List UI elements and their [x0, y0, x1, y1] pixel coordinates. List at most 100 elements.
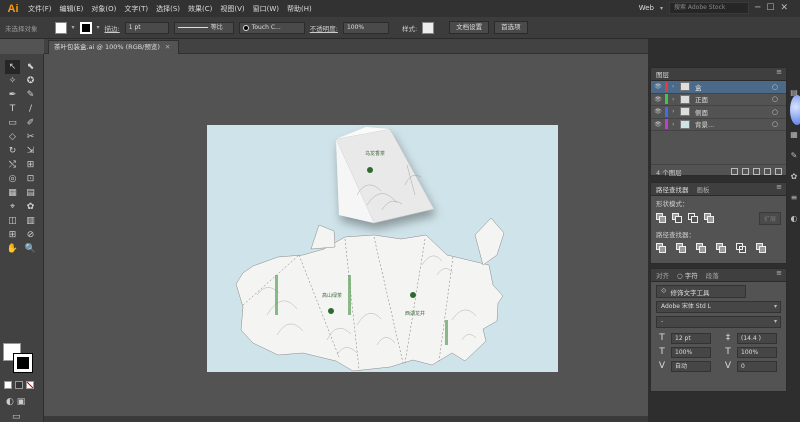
- menu-type[interactable]: 文字(T): [124, 4, 148, 14]
- rectangle-tool-icon[interactable]: ▭: [5, 116, 20, 130]
- stroke-profile-select[interactable]: 等比: [173, 21, 234, 34]
- slice-tool-icon[interactable]: ⊘: [23, 228, 38, 242]
- new-layer-icon[interactable]: [764, 168, 771, 175]
- document-tab[interactable]: 茶叶包装盒.ai @ 100% (RGB/预览) ✕: [48, 40, 180, 54]
- eyedropper-tool-icon[interactable]: ⌖: [5, 200, 20, 214]
- symbols-icon[interactable]: ✿: [791, 172, 798, 181]
- artboards-tab[interactable]: 画板: [697, 184, 710, 194]
- expand-arrow-icon[interactable]: ›: [672, 83, 680, 90]
- layer-row[interactable]: 👁 › 盒 ○: [651, 81, 786, 94]
- menu-window[interactable]: 窗口(W): [253, 4, 279, 14]
- window-controls[interactable]: ─☐✕: [755, 3, 794, 13]
- layer-name[interactable]: 侧面: [695, 107, 708, 117]
- stroke-swatch[interactable]: [79, 21, 92, 34]
- layer-name[interactable]: 背景...: [695, 119, 714, 129]
- visibility-eye-icon[interactable]: 👁: [651, 96, 665, 103]
- scale-tool-icon[interactable]: ⇲: [23, 144, 38, 158]
- character-tab[interactable]: ○ 字符: [677, 270, 698, 280]
- packaging-artwork[interactable]: 乌龙香茶 高山绿茶 西湖龙井: [207, 125, 558, 372]
- gradient-tool-icon[interactable]: ▤: [23, 186, 38, 200]
- type-tool-icon[interactable]: T: [5, 102, 20, 116]
- width-tool-icon[interactable]: ⤭: [5, 158, 20, 172]
- divide-icon[interactable]: [656, 243, 667, 254]
- layer-name[interactable]: 盒: [695, 82, 702, 92]
- tracking-field[interactable]: 0: [737, 360, 777, 372]
- stock-search-input[interactable]: 搜索 Adobe Stock: [668, 2, 749, 14]
- stroke-weight-field[interactable]: 1 pt: [124, 21, 169, 34]
- expand-arrow-icon[interactable]: ›: [672, 96, 680, 103]
- brush-select[interactable]: Touch C...: [238, 21, 305, 34]
- selection-tool-icon[interactable]: ↖: [5, 60, 20, 74]
- artboard-tool-icon[interactable]: ⊞: [5, 228, 20, 242]
- shape-builder-tool-icon[interactable]: ◎: [5, 172, 20, 186]
- screen-mode-icon[interactable]: ▭: [12, 412, 21, 422]
- layers-tab[interactable]: 图层: [656, 69, 669, 79]
- mesh-tool-icon[interactable]: ▦: [5, 186, 20, 200]
- perspective-grid-tool-icon[interactable]: ⊡: [23, 172, 38, 186]
- paragraph-tab[interactable]: 段落: [706, 270, 719, 280]
- fill-swatch[interactable]: [54, 21, 67, 34]
- preferences-button[interactable]: 首选项: [494, 21, 528, 34]
- paintbrush-tool-icon[interactable]: ✐: [23, 116, 38, 130]
- zoom-tool-icon[interactable]: 🔍: [23, 242, 38, 256]
- menu-object[interactable]: 对象(O): [91, 4, 116, 14]
- stroke-color-swatch[interactable]: [13, 353, 33, 373]
- layer-name[interactable]: 正面: [695, 94, 708, 104]
- free-transform-tool-icon[interactable]: ⊞: [23, 158, 38, 172]
- symbol-sprayer-tool-icon[interactable]: ◫: [5, 214, 20, 228]
- stroke-label[interactable]: 描边:: [105, 23, 120, 33]
- outline-icon[interactable]: [736, 243, 747, 254]
- menu-help[interactable]: 帮助(H): [287, 4, 312, 14]
- expand-arrow-icon[interactable]: ›: [672, 121, 680, 128]
- stroke-chevron-icon[interactable]: ▾: [97, 24, 100, 31]
- pathfinder-tab[interactable]: 路径查找器: [656, 184, 689, 194]
- expand-arrow-icon[interactable]: ›: [672, 108, 680, 115]
- stroke-icon[interactable]: ≡: [791, 193, 798, 202]
- unite-icon[interactable]: [656, 213, 667, 224]
- menu-edit[interactable]: 编辑(E): [60, 4, 84, 14]
- crop-icon[interactable]: [716, 243, 727, 254]
- visibility-eye-icon[interactable]: 👁: [651, 121, 665, 128]
- delete-layer-icon[interactable]: [775, 168, 782, 175]
- panel-menu-icon[interactable]: ≡: [776, 68, 782, 76]
- font-family-select[interactable]: Adobe 宋体 Std L ▾: [656, 301, 781, 313]
- menu-select[interactable]: 选择(S): [156, 4, 180, 14]
- font-style-select[interactable]: - ▾: [656, 316, 781, 328]
- curvature-tool-icon[interactable]: ✎: [23, 88, 38, 102]
- expand-button[interactable]: 扩展: [758, 212, 781, 225]
- pen-tool-icon[interactable]: ✒: [5, 88, 20, 102]
- opacity-label[interactable]: 不透明度:: [310, 23, 338, 33]
- opacity-field[interactable]: 100%: [342, 21, 389, 34]
- layer-row[interactable]: 👁 › 背景... ○: [651, 119, 786, 131]
- workspace-chevron-icon[interactable]: ▾: [660, 5, 663, 12]
- menu-view[interactable]: 视图(V): [220, 4, 244, 14]
- swatches-icon[interactable]: ▦: [790, 130, 798, 139]
- fill-chevron-icon[interactable]: ▾: [72, 24, 75, 31]
- hand-tool-icon[interactable]: ✋: [5, 242, 20, 256]
- target-circle-icon[interactable]: ○: [772, 120, 778, 128]
- clip-mask-icon[interactable]: [742, 168, 749, 175]
- draw-mode-icon[interactable]: ◐ ▣: [6, 397, 25, 407]
- merge-icon[interactable]: [696, 243, 707, 254]
- minus-back-icon[interactable]: [756, 243, 767, 254]
- target-circle-icon[interactable]: ○: [772, 95, 778, 103]
- layer-row[interactable]: 👁 › 侧面 ○: [651, 106, 786, 119]
- magic-wand-tool-icon[interactable]: ✧: [5, 74, 20, 88]
- minus-front-icon[interactable]: [672, 213, 683, 224]
- horizontal-scale-field[interactable]: 100%: [737, 346, 777, 358]
- vertical-scale-field[interactable]: 100%: [671, 346, 711, 358]
- kerning-field[interactable]: 自动: [671, 360, 711, 372]
- exclude-icon[interactable]: [704, 213, 715, 224]
- shaper-tool-icon[interactable]: ◇: [5, 130, 20, 144]
- visibility-eye-icon[interactable]: 👁: [651, 83, 665, 90]
- close-tab-icon[interactable]: ✕: [165, 43, 170, 51]
- artboard[interactable]: 乌龙香茶 高山绿茶 西湖龙井: [207, 125, 558, 372]
- document-setup-button[interactable]: 文档设置: [449, 21, 490, 34]
- color-mode-icon[interactable]: [4, 381, 12, 389]
- brushes-icon[interactable]: ✎: [791, 151, 798, 160]
- touch-type-button[interactable]: ⟐ 修饰文字工具: [656, 285, 746, 298]
- line-tool-icon[interactable]: /: [23, 102, 38, 116]
- trim-icon[interactable]: [676, 243, 687, 254]
- locate-object-icon[interactable]: [731, 168, 738, 175]
- layer-row[interactable]: 👁 › 正面 ○: [651, 94, 786, 106]
